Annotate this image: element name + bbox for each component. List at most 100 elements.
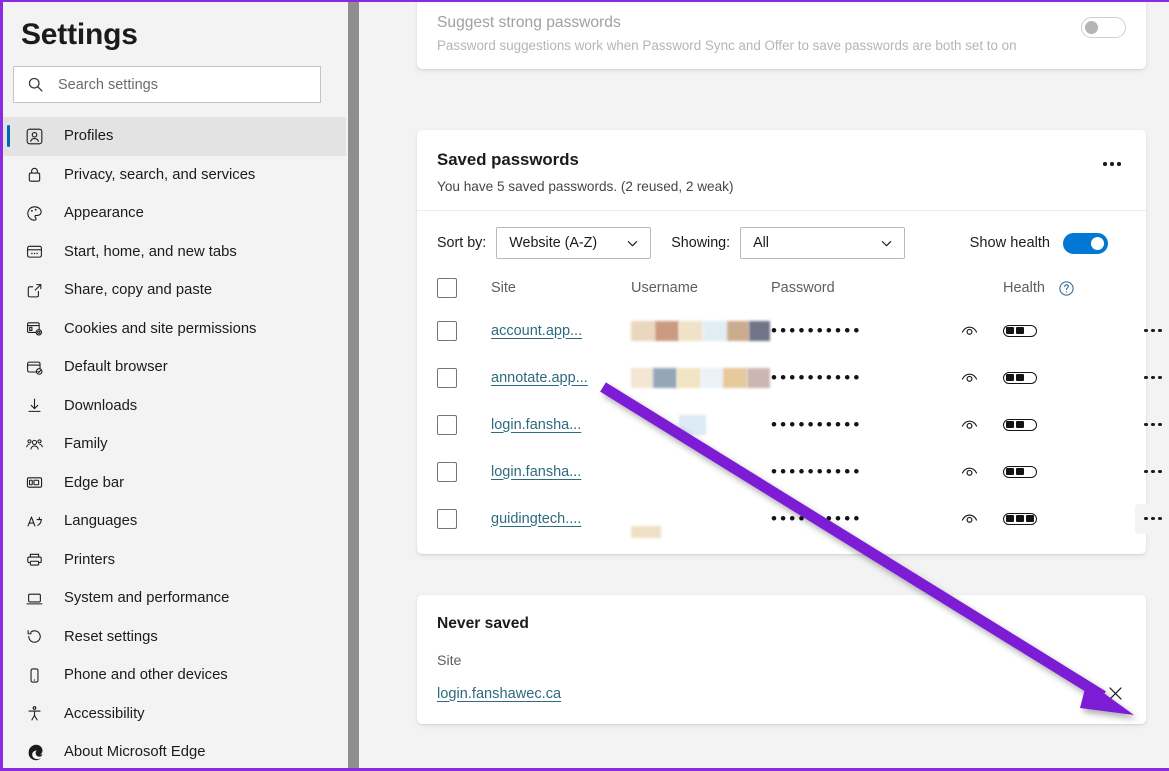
select-all-cell: [437, 278, 491, 298]
settings-main-content: alert you if a match is found. Learn mor…: [359, 2, 1169, 768]
site-link[interactable]: account.app...: [491, 323, 582, 339]
table-row[interactable]: account.app... ••••••••••: [437, 307, 1162, 354]
table-row[interactable]: login.fansha... ••••••••••: [437, 448, 1162, 495]
row-checkbox[interactable]: [437, 508, 457, 529]
row-checkbox[interactable]: [437, 414, 457, 435]
sidebar-item-share-copy-paste[interactable]: Share, copy and paste: [3, 271, 346, 310]
row-password-cell: ••••••••••: [771, 321, 863, 340]
strength-segment: [1006, 515, 1014, 522]
sidebar-item-start-home-newtabs[interactable]: Start, home, and new tabs: [3, 233, 346, 272]
page-scrollbar[interactable]: [348, 2, 359, 768]
row-more-button[interactable]: [1135, 316, 1169, 346]
show-health-control[interactable]: Show health: [970, 232, 1108, 254]
row-health-cell: [1003, 324, 1123, 337]
sidebar-item-downloads[interactable]: Downloads: [3, 387, 346, 426]
password-strength-meter: [1003, 371, 1037, 384]
sidebar-item-label: Edge bar: [64, 474, 125, 491]
password-monitor-card: alert you if a match is found. Learn mor…: [417, 2, 1146, 69]
search-input[interactable]: [46, 76, 310, 93]
row-more-button[interactable]: [1135, 457, 1169, 487]
reveal-eye-icon[interactable]: [959, 461, 980, 482]
row-select-cell: [437, 414, 491, 435]
sidebar-item-about-microsoft-edge[interactable]: About Microsoft Edge: [3, 733, 346, 768]
show-health-toggle[interactable]: [1063, 232, 1108, 254]
toggle-knob: [1091, 236, 1104, 250]
profile-icon: [25, 125, 51, 147]
sidebar-item-label: Reset settings: [64, 628, 158, 645]
row-more-button[interactable]: [1135, 410, 1169, 440]
languages-icon: [25, 510, 51, 532]
suggest-strong-passwords-toggle[interactable]: [1081, 17, 1126, 38]
search-settings-box[interactable]: [13, 66, 321, 103]
sidebar-item-phone-other-devices[interactable]: Phone and other devices: [3, 656, 346, 695]
row-site-cell: guidingtech....: [491, 510, 631, 528]
column-header-health: Health: [1003, 280, 1123, 297]
select-all-checkbox[interactable]: [437, 278, 457, 298]
sidebar-item-label: Share, copy and paste: [64, 282, 213, 299]
question-circle-icon[interactable]: [1058, 280, 1075, 297]
row-more-button[interactable]: [1135, 363, 1169, 393]
row-site-cell: login.fansha...: [491, 463, 631, 481]
site-link[interactable]: login.fansha...: [491, 417, 581, 433]
strength-segment-empty: [1026, 327, 1034, 334]
row-actions-cell: [1123, 316, 1169, 346]
row-more-button[interactable]: [1135, 503, 1169, 534]
row-reveal-cell: [959, 367, 1003, 388]
sidebar-item-appearance[interactable]: Appearance: [3, 194, 346, 233]
ellipsis-icon: [1158, 516, 1162, 521]
suggest-strong-passwords-description: Password suggestions work when Password …: [437, 38, 1017, 53]
sidebar-item-label: Privacy, search, and services: [64, 166, 256, 183]
table-row[interactable]: annotate.app... ••••••••••: [437, 354, 1162, 401]
reveal-eye-icon[interactable]: [959, 320, 980, 341]
close-x-icon[interactable]: [1105, 683, 1126, 704]
column-header-password: Password: [771, 280, 835, 296]
strength-segment-empty: [1026, 374, 1034, 381]
row-checkbox[interactable]: [437, 367, 457, 388]
row-checkbox[interactable]: [437, 320, 457, 341]
strength-segment: [1016, 468, 1024, 475]
sidebar-item-profiles[interactable]: Profiles: [3, 117, 346, 156]
table-row[interactable]: guidingtech.... ••••••••••: [437, 495, 1169, 542]
sidebar-item-cookies-permissions[interactable]: Cookies and site permissions: [3, 310, 346, 349]
sidebar-item-edge-bar[interactable]: Edge bar: [3, 464, 346, 503]
site-link[interactable]: login.fansha...: [491, 464, 581, 480]
ellipsis-icon: [1144, 469, 1148, 474]
showing-label: Showing:: [671, 235, 731, 251]
never-saved-title: Never saved: [437, 615, 529, 632]
sidebar-item-accessibility[interactable]: Accessibility: [3, 695, 346, 734]
reveal-eye-icon[interactable]: [959, 414, 980, 435]
sidebar-item-family[interactable]: Family: [3, 425, 346, 464]
row-checkbox[interactable]: [437, 461, 457, 482]
username-redacted-block: [631, 367, 771, 388]
suggest-strong-passwords-title: Suggest strong passwords: [437, 14, 621, 31]
reveal-eye-icon[interactable]: [959, 508, 980, 529]
toggle-knob: [1085, 21, 1098, 34]
never-saved-site-link[interactable]: login.fanshawec.ca: [437, 686, 561, 702]
row-actions-cell: [1123, 457, 1169, 487]
palette-icon: [25, 202, 51, 224]
sidebar-item-label: Profiles: [64, 128, 114, 145]
family-people-icon: [25, 433, 51, 455]
row-reveal-cell: [959, 320, 1003, 341]
sidebar-item-languages[interactable]: Languages: [3, 502, 346, 541]
sidebar-item-printers[interactable]: Printers: [3, 541, 346, 580]
row-health-cell: [1003, 512, 1123, 525]
ellipsis-icon: [1144, 328, 1148, 333]
sidebar-item-default-browser[interactable]: Default browser: [3, 348, 346, 387]
saved-passwords-more-button[interactable]: [1094, 149, 1130, 179]
sidebar-item-label: Start, home, and new tabs: [64, 243, 237, 260]
sidebar-item-privacy[interactable]: Privacy, search, and services: [3, 156, 346, 195]
sidebar-item-system-performance[interactable]: System and performance: [3, 579, 346, 618]
sort-by-select[interactable]: Website (A-Z): [496, 227, 652, 259]
reveal-eye-icon[interactable]: [959, 367, 980, 388]
site-link[interactable]: guidingtech....: [491, 511, 581, 527]
table-row[interactable]: login.fansha... ••••••••••: [437, 401, 1162, 448]
row-password-cell: ••••••••••: [771, 368, 863, 387]
site-link[interactable]: annotate.app...: [491, 370, 588, 386]
sidebar-item-reset-settings[interactable]: Reset settings: [3, 618, 346, 657]
scrollbar-thumb[interactable]: [348, 2, 359, 768]
ellipsis-icon: [1144, 422, 1148, 427]
row-username-cell: [631, 462, 771, 482]
showing-select[interactable]: All: [740, 227, 906, 259]
toggle-track[interactable]: [1081, 17, 1126, 38]
